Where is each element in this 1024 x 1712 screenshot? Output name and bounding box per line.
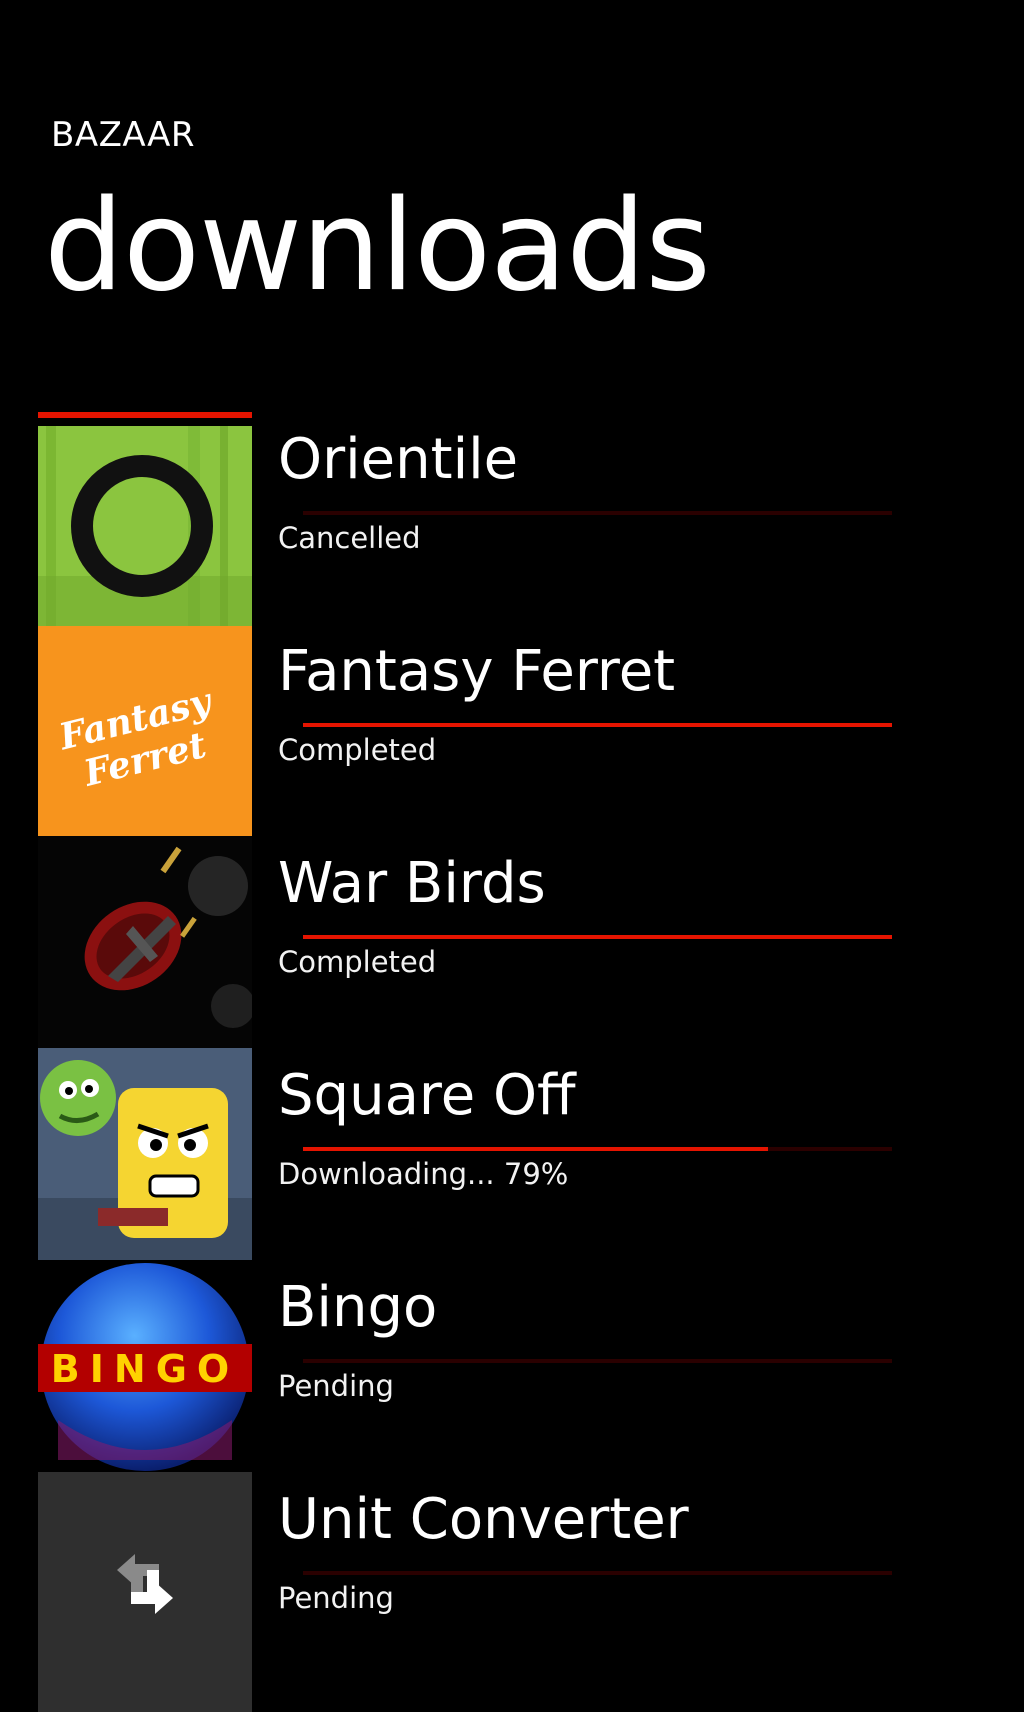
unit-converter-icon [38,1472,252,1712]
download-item-fantasy-ferret[interactable]: Fantasy Ferret Fantasy Ferret Completed [0,624,1024,840]
download-title: Unit Converter [278,1487,689,1552]
download-status: Pending [278,1369,394,1403]
download-item-war-birds[interactable]: War Birds Completed [0,836,1024,1050]
orientile-icon [38,426,252,626]
war-birds-icon [38,836,252,1050]
download-title: Square Off [278,1063,576,1128]
download-progress-fill [303,935,892,939]
download-status: Pending [278,1581,394,1615]
download-title: Orientile [278,427,519,492]
download-title: Bingo [278,1275,438,1340]
bingo-icon-text: BINGO [51,1347,239,1391]
download-item-bingo[interactable]: BINGO Bingo Pending [0,1260,1024,1474]
download-progress-bar [303,1147,892,1151]
download-status: Completed [278,945,437,979]
square-off-icon [38,1048,252,1262]
page-title: downloads [44,172,711,319]
download-status: Cancelled [278,521,421,555]
download-progress-bar [303,511,892,515]
download-progress-fill [303,723,892,727]
download-status: Downloading... 79% [278,1157,569,1191]
download-item-orientile[interactable]: Orientile Cancelled [0,412,1024,626]
download-progress-bar [303,1571,892,1575]
app-name: BAZAAR [51,115,195,155]
download-progress-bar [303,1359,892,1363]
bingo-icon: BINGO [38,1260,252,1474]
download-item-square-off[interactable]: Square Off Downloading... 79% [0,1048,1024,1262]
fantasy-ferret-icon: Fantasy Ferret [38,626,252,840]
download-status: Completed [278,733,437,767]
download-progress-bar [303,723,892,727]
download-title: War Birds [278,851,546,916]
download-progress-bar [303,935,892,939]
download-title: Fantasy Ferret [278,639,676,704]
download-progress-fill [303,1147,769,1151]
download-item-unit-converter[interactable]: Unit Converter Pending [0,1472,1024,1712]
